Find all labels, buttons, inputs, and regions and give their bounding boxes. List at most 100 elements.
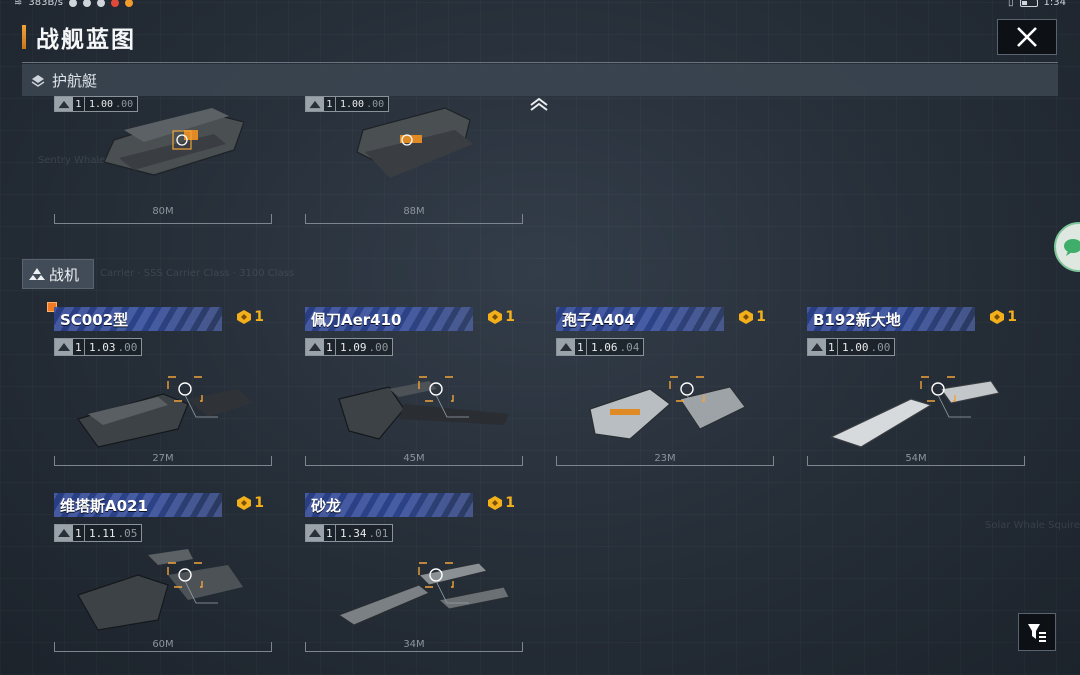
ship-render xyxy=(77,549,243,631)
escort-card[interactable]: 1 1.00.00 88M xyxy=(305,96,523,236)
rank-value: 1 xyxy=(254,495,264,511)
app-icon xyxy=(110,0,119,7)
class-badge-icon xyxy=(808,339,826,355)
length-ruler xyxy=(54,214,272,224)
rank-badge-icon xyxy=(237,310,252,324)
app-icon xyxy=(96,0,105,7)
app-icon xyxy=(124,0,133,7)
ship-render xyxy=(337,562,510,626)
ship-name: B192新大地 xyxy=(813,310,901,329)
rank-badge: 1 xyxy=(487,309,515,325)
section-escort-header[interactable]: 护航艇 xyxy=(22,64,1058,96)
version: 1.00.00 xyxy=(842,340,891,354)
title-accent xyxy=(22,25,26,49)
class-badge-icon xyxy=(306,339,324,355)
class-badge-icon xyxy=(55,339,73,355)
class-badge-icon xyxy=(557,339,575,355)
page-header: 战舰蓝图 xyxy=(22,22,136,53)
rank-value: 1 xyxy=(505,495,515,511)
section-label: 战机 xyxy=(49,265,80,284)
fighter-card[interactable]: 佩刀Aer410 1 1 1.09.00 45M xyxy=(305,307,523,472)
app-icon xyxy=(82,0,91,7)
ship-name: 维塔斯A021 xyxy=(60,496,148,515)
class-badge-icon xyxy=(306,97,324,111)
ship-render xyxy=(103,108,244,176)
rank-badge: 1 xyxy=(989,309,1017,325)
wifi-icon: ≋ xyxy=(14,0,23,8)
level: 1 xyxy=(73,339,85,355)
version: 1.06.04 xyxy=(591,340,640,354)
section-fighters-header[interactable]: 战机 xyxy=(22,259,94,289)
escort-section-icon xyxy=(31,75,45,87)
ship-render xyxy=(338,376,509,440)
clock: 1:34 xyxy=(1043,0,1066,8)
name-bar: SC002型 xyxy=(54,307,222,331)
close-button[interactable] xyxy=(997,19,1057,55)
class-badge-icon xyxy=(306,525,324,541)
battery-icon xyxy=(1019,0,1038,7)
name-bar: B192新大地 xyxy=(807,307,975,331)
rank-badge: 1 xyxy=(236,495,264,511)
level: 1 xyxy=(324,97,336,111)
rank-badge: 1 xyxy=(487,495,515,511)
stat-row: 1 1.11.05 xyxy=(54,524,143,542)
fighter-card[interactable]: 孢子A404 1 1 1.06.04 23M xyxy=(556,307,774,472)
app-icon xyxy=(68,0,77,7)
ship-name: 砂龙 xyxy=(311,496,342,515)
name-bar: 佩刀Aer410 xyxy=(305,307,473,331)
length-ruler xyxy=(54,456,272,466)
version: 1.03.00 xyxy=(89,340,138,354)
class-badge-icon xyxy=(55,525,73,541)
fighter-card[interactable]: B192新大地 1 1 1.00.00 54M xyxy=(807,307,1025,472)
rank-badge: 1 xyxy=(738,309,766,325)
name-bar: 砂龙 xyxy=(305,493,473,517)
ship-render xyxy=(589,376,746,440)
status-bar: ≋ 383B/s ▯ 1:34 xyxy=(0,0,1080,10)
rank-value: 1 xyxy=(756,309,766,325)
rank-value: 1 xyxy=(505,309,515,325)
close-icon xyxy=(1017,27,1037,47)
length-ruler xyxy=(305,642,523,652)
rank-badge-icon xyxy=(990,310,1005,324)
rank-badge-icon xyxy=(488,310,503,324)
level: 1 xyxy=(73,525,85,541)
ship-render xyxy=(356,107,473,178)
stat-row: 1 1.06.04 xyxy=(556,338,645,356)
section-label: 护航艇 xyxy=(52,71,98,90)
fighter-card[interactable]: SC002型 1 1 1.03.00 27M xyxy=(47,302,272,472)
stat-row: 1 1.09.00 xyxy=(305,338,394,356)
chat-icon xyxy=(1064,239,1080,256)
background-text: Carrier · SSS Carrier Class · 3100 Class xyxy=(100,268,295,279)
ship-name: 孢子A404 xyxy=(562,310,635,329)
length-ruler xyxy=(54,642,272,652)
vibrate-icon: ▯ xyxy=(1008,0,1014,8)
page-title: 战舰蓝图 xyxy=(36,27,136,53)
header-divider xyxy=(22,62,1058,63)
filter-button[interactable] xyxy=(1018,613,1056,651)
rank-value: 1 xyxy=(1007,309,1017,325)
fighter-card[interactable]: 维塔斯A021 1 1 1.11.05 60M xyxy=(54,493,272,658)
version: 1.09.00 xyxy=(340,340,389,354)
level: 1 xyxy=(324,525,336,541)
name-bar: 孢子A404 xyxy=(556,307,724,331)
ship-render xyxy=(829,376,1000,448)
class-badge-icon xyxy=(55,97,73,111)
length-ruler xyxy=(556,456,774,466)
filter-icon xyxy=(1028,624,1046,642)
escort-card[interactable]: 1 1.00.00 80M xyxy=(54,96,272,236)
level: 1 xyxy=(575,339,587,355)
background-text: Solar Whale Squire xyxy=(985,520,1080,531)
ship-name: 佩刀Aer410 xyxy=(311,310,402,329)
fighter-card[interactable]: 砂龙 1 1 1.34.01 34M xyxy=(305,493,523,658)
length-ruler xyxy=(807,456,1025,466)
rank-badge-icon xyxy=(739,310,754,324)
level: 1 xyxy=(826,339,838,355)
stat-row: 1 1.03.00 xyxy=(54,338,143,356)
chat-bubble-button[interactable] xyxy=(1054,222,1080,272)
ship-name: SC002型 xyxy=(60,310,129,329)
rank-badge: 1 xyxy=(236,309,264,325)
chevron-up-icon[interactable] xyxy=(528,97,550,111)
stat-row: 1 1.00.00 xyxy=(807,338,896,356)
network-speed: 383B/s xyxy=(28,0,63,8)
name-bar: 维塔斯A021 xyxy=(54,493,222,517)
